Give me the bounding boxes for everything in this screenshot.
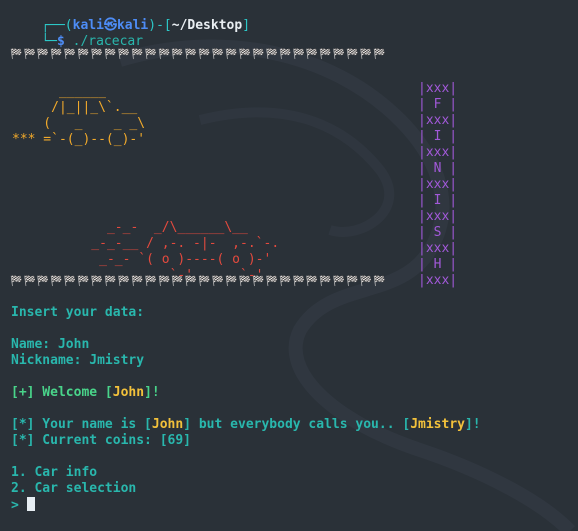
banner-line: |xxx| xyxy=(418,241,458,256)
banner-line: | F | xyxy=(418,97,458,112)
banner-line: | S | xyxy=(418,225,458,240)
banner-line: |xxx| xyxy=(418,273,458,288)
text-cursor[interactable] xyxy=(26,497,35,511)
car-top-line-1: ______ xyxy=(12,84,106,99)
banner-line: |xxx| xyxy=(418,113,458,128)
banner-line: | I | xyxy=(418,129,458,144)
banner-line: |xxx| xyxy=(418,209,458,224)
banner-line: | I | xyxy=(418,193,458,208)
terminal-window[interactable]: ┌──(kali㉿kali)-[~/Desktop] └─$ ./racecar… xyxy=(0,0,578,531)
car-top-line-3: ( _ _ _\ xyxy=(12,116,146,131)
welcome-name: John xyxy=(112,385,145,400)
menu-item-car-selection[interactable]: 2. Car selection xyxy=(11,481,136,497)
banner-line: | N | xyxy=(418,161,458,176)
banner-line: | H | xyxy=(418,257,458,272)
car-red-line-3: _-_- `( o )----( o )-' xyxy=(60,252,272,267)
info-nick: Jmistry xyxy=(410,417,465,432)
checkered-flag-row-top: 🏁🏁🏁🏁🏁🏁🏁🏁🏁🏁🏁🏁🏁🏁🏁🏁🏁🏁🏁🏁🏁🏁🏁🏁🏁🏁🏁🏁 xyxy=(10,49,387,60)
input-prompt-symbol: > xyxy=(11,498,27,513)
info-name: John xyxy=(151,417,184,432)
welcome-line: [+] Welcome [John]! xyxy=(11,385,160,401)
welcome-suffix: ]! xyxy=(144,385,160,400)
name-line: Name: John xyxy=(11,337,90,352)
car-ascii-top: ______ /|_||_\`.__ ( _ _ _\ *** =`-(_)--… xyxy=(12,68,145,148)
info-prefix: [*] Your name is [ xyxy=(11,417,152,432)
menu-item-car-info[interactable]: 1. Car info xyxy=(11,465,97,481)
welcome-prefix: [+] Welcome [ xyxy=(11,385,113,400)
info-suffix: ]! xyxy=(464,417,481,432)
car-top-line-4: *** =`-(_)--(_)-' xyxy=(12,132,146,147)
banner-line: |xxx| xyxy=(418,145,458,160)
car-red-line-2: _-_-__ / ,-. -|- ,-.`-. xyxy=(60,236,280,251)
input-line[interactable]: > xyxy=(11,497,35,514)
insert-data-prompt: Insert your data: xyxy=(11,305,145,320)
finish-banner: |xxx| | F | |xxx| | I | |xxx| | N | |xxx… xyxy=(418,65,457,289)
name-info-line: [*] Your name is [John] but everybody ca… xyxy=(11,417,481,433)
coins-line: [*] Current coins: [69] xyxy=(11,433,192,448)
car-red-line-1: _-_- _/\______\__ xyxy=(60,220,248,235)
banner-line: |xxx| xyxy=(418,81,458,96)
nickname-line: Nickname: Jmistry xyxy=(11,353,145,368)
car-top-line-2: /|_||_\`.__ xyxy=(12,100,138,115)
prompt-dir: ~/Desktop xyxy=(171,18,243,33)
info-mid: ] but everybody calls you.. [ xyxy=(183,417,411,432)
car-red-line-4: `-' `-' xyxy=(60,268,264,283)
banner-line: |xxx| xyxy=(418,177,458,192)
car-ascii-red: _-_- _/\______\__ _-_-__ / ,-. -|- ,-.`-… xyxy=(60,204,279,284)
